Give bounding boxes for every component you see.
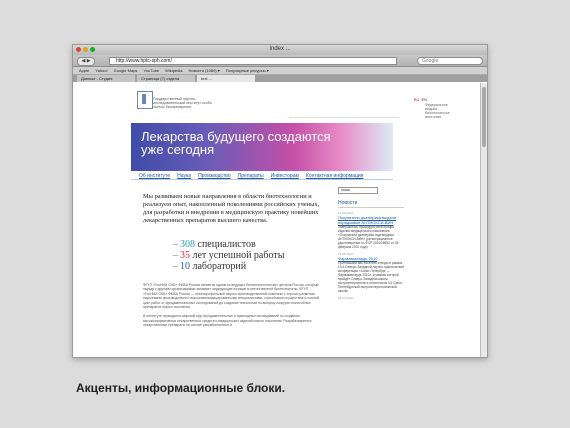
banner-title: Лекарства будущего создаются уже сегодня	[141, 129, 331, 157]
body-paragraph: В институте проводятся широкий круг фунд…	[143, 314, 312, 328]
toolbar: ◀ ▶ http://www.hptc-sph.com/ Google	[73, 55, 487, 67]
stat-number: 10	[180, 261, 190, 272]
menu-item-production[interactable]: Производство	[198, 172, 231, 179]
bookmark-item[interactable]: Популярные ресурсы ▾	[226, 67, 269, 74]
language-switch: RU EN	[414, 97, 427, 102]
stat-row: –308 специалистов	[173, 239, 256, 250]
body-paragraph: ФГУП «ГосНИИ ОЧБ» ФМБА России является о…	[143, 283, 320, 310]
bookmarks-bar: Apple Yahoo! Google Maps YouTube Wikiped…	[73, 67, 487, 75]
bookmark-item[interactable]: YouTube	[143, 67, 159, 74]
institute-logo-icon[interactable]	[137, 91, 153, 109]
window-title: Index ...	[269, 46, 291, 52]
browser-window: Index ... ◀ ▶ http://www.hptc-sph.com/ G…	[72, 44, 488, 358]
browser-tab[interactable]: Данные - Студия Лидермойл	[77, 75, 135, 88]
site-search-input[interactable]: поиск	[338, 187, 378, 194]
stat-label: специалистов	[197, 239, 256, 250]
stat-number: 35	[180, 250, 190, 261]
bookmark-item[interactable]: Wikipedia	[165, 67, 182, 74]
browser-tab-active[interactable]: text ...	[197, 75, 255, 82]
news-item: 29.03.2010	[338, 296, 404, 300]
bookmark-item[interactable]: Google Maps	[114, 67, 138, 74]
lang-en-link[interactable]: EN	[421, 97, 427, 102]
news-text: Приглашаем вас посетить стенды в рамках …	[338, 261, 404, 293]
body-text: ФГУП «ГосНИИ ОЧБ» ФМБА России является о…	[143, 283, 323, 333]
news-text: Завершилась процедура регистрации издели…	[338, 225, 399, 249]
stat-number: 308	[180, 239, 195, 250]
news-title[interactable]: Новости	[338, 200, 404, 208]
menu-item-about[interactable]: Об институте	[139, 172, 170, 179]
menu-item-science[interactable]: Наука	[177, 172, 191, 179]
bookmark-item[interactable]: Новости (1080) ▾	[188, 67, 219, 74]
news-date: 29.03.2010	[338, 296, 354, 300]
news-sidebar: поиск Новости 14.09.2010 Покупатели джен…	[338, 187, 404, 300]
vertical-scrollbar[interactable]	[480, 83, 487, 357]
slide-caption: Акценты, информационные блоки.	[76, 381, 286, 395]
address-bar[interactable]: http://www.hptc-sph.com/	[109, 57, 397, 65]
stat-label: лабораторий	[192, 261, 247, 272]
scrollbar-thumb[interactable]	[482, 87, 486, 147]
search-field[interactable]: Google	[417, 57, 483, 65]
tab-bar: Данные - Студия Лидермойл Страница (7) о…	[73, 75, 487, 88]
stat-row: –35 лет успешной работы	[173, 250, 285, 261]
back-forward-buttons[interactable]: ◀ ▶	[77, 57, 95, 66]
bookmark-item[interactable]: Apple	[79, 67, 89, 74]
utility-row	[289, 113, 399, 118]
lang-ru-link[interactable]: RU	[414, 97, 420, 102]
title-bar: Index ...	[73, 45, 487, 55]
stat-label: лет успешной работы	[192, 250, 285, 261]
bookmark-item[interactable]: Yahoo!	[95, 67, 107, 74]
federal-agency-text[interactable]: Федеральное медико-биологическое агентст…	[425, 103, 455, 119]
org-name: Государственный научно-исследовательский…	[153, 97, 212, 109]
news-item: 15.09.2010 Фармавангардъ 2010 Приглашаем…	[338, 252, 404, 293]
main-menu: Об институте Наука Производство Препарат…	[131, 172, 393, 180]
menu-item-products[interactable]: Препараты	[238, 172, 264, 179]
menu-item-contacts[interactable]: Контактная информация	[306, 172, 363, 179]
intro-text: Мы развиваем новые направления в области…	[143, 193, 320, 224]
menu-item-investors[interactable]: Инвесторам	[271, 172, 299, 179]
stat-row: –10 лабораторий	[173, 261, 247, 272]
browser-tab[interactable]: Страница (7) отдела	[137, 75, 195, 82]
stats-block: –308 специалистов –35 лет успешной работ…	[173, 239, 353, 272]
news-item: 14.09.2010 Покупатели дженерика выдали п…	[338, 211, 404, 249]
hero-banner: Лекарства будущего создаются уже сегодня	[131, 123, 393, 171]
web-page: Государственный научно-исследовательский…	[73, 83, 481, 357]
news-link[interactable]: Покупатели дженерика выдали порядковые А…	[338, 215, 404, 225]
